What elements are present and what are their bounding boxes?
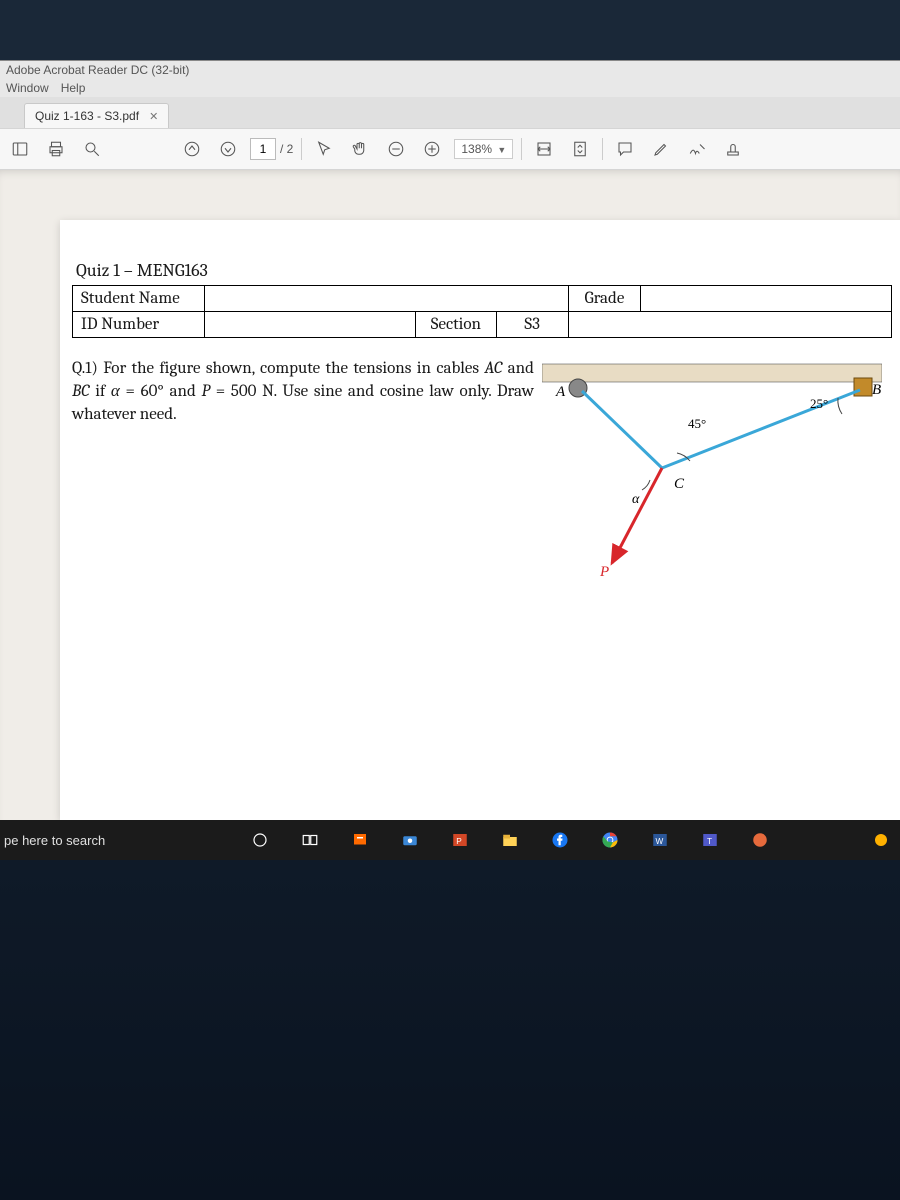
window-titlebar: Adobe Acrobat Reader DC (32-bit) bbox=[0, 61, 900, 79]
fig-label-a: A bbox=[555, 384, 566, 400]
laptop-screen: Adobe Acrobat Reader DC (32-bit) Window … bbox=[0, 0, 900, 1200]
page-number-input[interactable] bbox=[250, 138, 276, 160]
fig-label-alpha: α bbox=[632, 492, 640, 507]
fig-label-b: B bbox=[872, 382, 881, 398]
q-text-part: Q.1) For the figure shown, compute the t… bbox=[72, 359, 484, 378]
teams-icon[interactable]: T bbox=[695, 825, 725, 855]
question-body: Q.1) For the figure shown, compute the t… bbox=[72, 358, 882, 588]
hand-pan-icon[interactable] bbox=[346, 135, 374, 163]
toolbar: / 2 138% ▼ bbox=[0, 128, 900, 170]
cortana-circle-icon[interactable] bbox=[245, 825, 275, 855]
word-icon[interactable]: W bbox=[645, 825, 675, 855]
fig-label-c: C bbox=[674, 476, 685, 492]
page-total: / 2 bbox=[280, 142, 293, 156]
fit-width-icon[interactable] bbox=[530, 135, 558, 163]
grade-label: Grade bbox=[568, 286, 640, 312]
toolbar-separator bbox=[602, 138, 603, 160]
q-text-p: P bbox=[201, 382, 210, 401]
task-view-icon[interactable] bbox=[295, 825, 325, 855]
question-text: Q.1) For the figure shown, compute the t… bbox=[72, 358, 534, 588]
q-text-ac: AC bbox=[484, 359, 502, 378]
zoom-value: 138% bbox=[461, 142, 492, 156]
sign-icon[interactable] bbox=[683, 135, 711, 163]
laptop-keyboard-area bbox=[0, 860, 900, 1200]
taskbar-search-text[interactable]: pe here to search bbox=[4, 833, 105, 848]
pen-icon[interactable] bbox=[647, 135, 675, 163]
fig-label-25: 25° bbox=[810, 396, 828, 411]
q-text-part: and bbox=[502, 359, 534, 378]
tab-label: Quiz 1-163 - S3.pdf bbox=[35, 109, 139, 123]
zoom-out-icon[interactable] bbox=[382, 135, 410, 163]
app-icon[interactable] bbox=[745, 825, 775, 855]
zoom-in-icon[interactable] bbox=[418, 135, 446, 163]
document-tab[interactable]: Quiz 1-163 - S3.pdf ✕ bbox=[24, 103, 169, 128]
id-number-value bbox=[205, 312, 416, 338]
camera-icon[interactable] bbox=[395, 825, 425, 855]
quiz-heading: Quiz 1 – MENG163 bbox=[76, 260, 882, 281]
windows-taskbar: pe here to search P bbox=[0, 820, 900, 860]
menu-window[interactable]: Window bbox=[6, 81, 49, 95]
fit-page-icon[interactable] bbox=[566, 135, 594, 163]
zoom-level-dropdown[interactable]: 138% ▼ bbox=[454, 139, 513, 159]
print-icon[interactable] bbox=[42, 135, 70, 163]
selection-arrow-icon[interactable] bbox=[310, 135, 338, 163]
fig-label-45: 45° bbox=[688, 416, 706, 431]
page-up-icon[interactable] bbox=[178, 135, 206, 163]
app-title: Adobe Acrobat Reader DC (32-bit) bbox=[6, 63, 189, 77]
q-text-part: if bbox=[90, 382, 111, 401]
document-viewport[interactable]: Quiz 1 – MENG163 Student Name Grade ID N… bbox=[0, 170, 900, 820]
facebook-icon[interactable] bbox=[545, 825, 575, 855]
tray-icon[interactable] bbox=[866, 825, 896, 855]
page-indicator: / 2 bbox=[250, 138, 293, 160]
fig-label-p: P bbox=[599, 564, 609, 580]
table-row: Student Name Grade bbox=[73, 286, 892, 312]
paint-icon[interactable] bbox=[345, 825, 375, 855]
empty-cell bbox=[568, 312, 891, 338]
stamp-icon[interactable] bbox=[719, 135, 747, 163]
menubar: Window Help bbox=[0, 79, 900, 97]
toolbar-separator bbox=[301, 138, 302, 160]
chevron-down-icon: ▼ bbox=[497, 145, 506, 155]
toolbar-separator bbox=[521, 138, 522, 160]
student-name-value bbox=[205, 286, 568, 312]
q-text-part: = 60° and bbox=[120, 382, 202, 401]
svg-text:T: T bbox=[707, 837, 712, 846]
info-table: Student Name Grade ID Number Section S3 bbox=[72, 285, 892, 338]
question-figure: A B C P α 45° 25° bbox=[542, 358, 882, 588]
search-icon[interactable] bbox=[78, 135, 106, 163]
comment-icon[interactable] bbox=[611, 135, 639, 163]
powerpoint-icon[interactable]: P bbox=[445, 825, 475, 855]
menu-help[interactable]: Help bbox=[61, 81, 86, 95]
acrobat-window: Adobe Acrobat Reader DC (32-bit) Window … bbox=[0, 60, 900, 860]
q-text-alpha: α bbox=[111, 382, 120, 401]
pdf-page: Quiz 1 – MENG163 Student Name Grade ID N… bbox=[60, 220, 900, 820]
close-icon[interactable]: ✕ bbox=[149, 110, 158, 123]
page-down-icon[interactable] bbox=[214, 135, 242, 163]
student-name-label: Student Name bbox=[73, 286, 205, 312]
grade-value bbox=[641, 286, 892, 312]
chrome-icon[interactable] bbox=[595, 825, 625, 855]
section-label: Section bbox=[416, 312, 496, 338]
sidebar-toggle-icon[interactable] bbox=[6, 135, 34, 163]
file-explorer-icon[interactable] bbox=[495, 825, 525, 855]
tab-bar: Quiz 1-163 - S3.pdf ✕ bbox=[0, 97, 900, 128]
q-text-bc: BC bbox=[72, 382, 90, 401]
svg-text:W: W bbox=[656, 837, 664, 846]
section-value: S3 bbox=[496, 312, 568, 338]
table-row: ID Number Section S3 bbox=[73, 312, 892, 338]
svg-text:P: P bbox=[456, 837, 462, 846]
id-number-label: ID Number bbox=[73, 312, 205, 338]
